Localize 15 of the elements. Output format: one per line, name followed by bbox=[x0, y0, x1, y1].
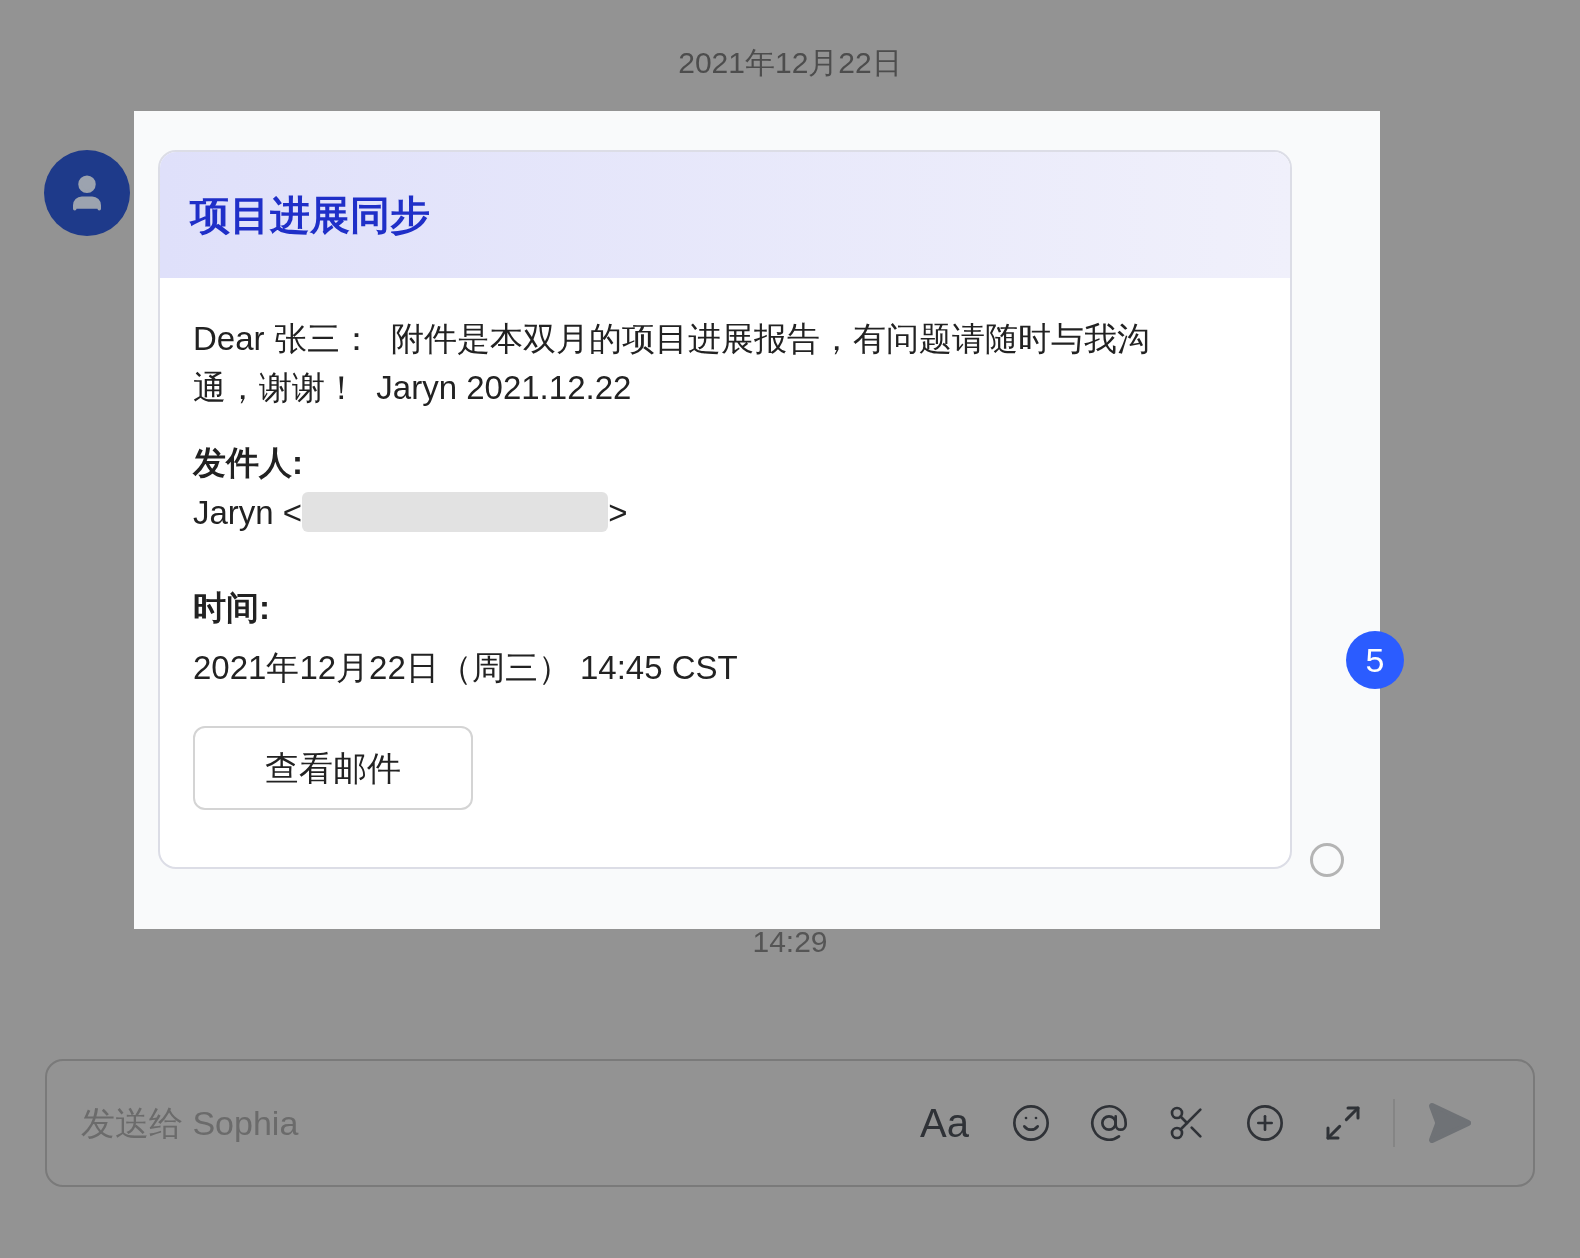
angle-bracket: > bbox=[608, 492, 628, 533]
date-divider: 2021年12月22日 bbox=[678, 45, 902, 81]
sender-name: Jaryn < bbox=[193, 492, 303, 533]
step-badge: 5 bbox=[1346, 631, 1404, 689]
message-body: Dear 张三： 附件是本双月的项目进展报告，有问题请随时与我沟通，谢谢！ Jaryn 2021.12.22 bbox=[193, 319, 1152, 408]
emoji-icon[interactable] bbox=[1011, 1103, 1051, 1143]
time-label: 时间: bbox=[193, 588, 271, 628]
at-sign-icon[interactable] bbox=[1089, 1103, 1129, 1143]
view-mail-button[interactable]: 查看邮件 bbox=[193, 726, 473, 810]
font-format-button[interactable]: Aa bbox=[916, 1103, 973, 1143]
sent-time: 2021年12月22日（周三） 14:45 CST bbox=[193, 647, 739, 688]
message-time: 14:29 bbox=[752, 924, 828, 960]
sender-label: 发件人: bbox=[193, 443, 304, 483]
card-title: 项目进展同步 bbox=[190, 192, 430, 239]
plus-circle-icon[interactable] bbox=[1245, 1103, 1285, 1143]
